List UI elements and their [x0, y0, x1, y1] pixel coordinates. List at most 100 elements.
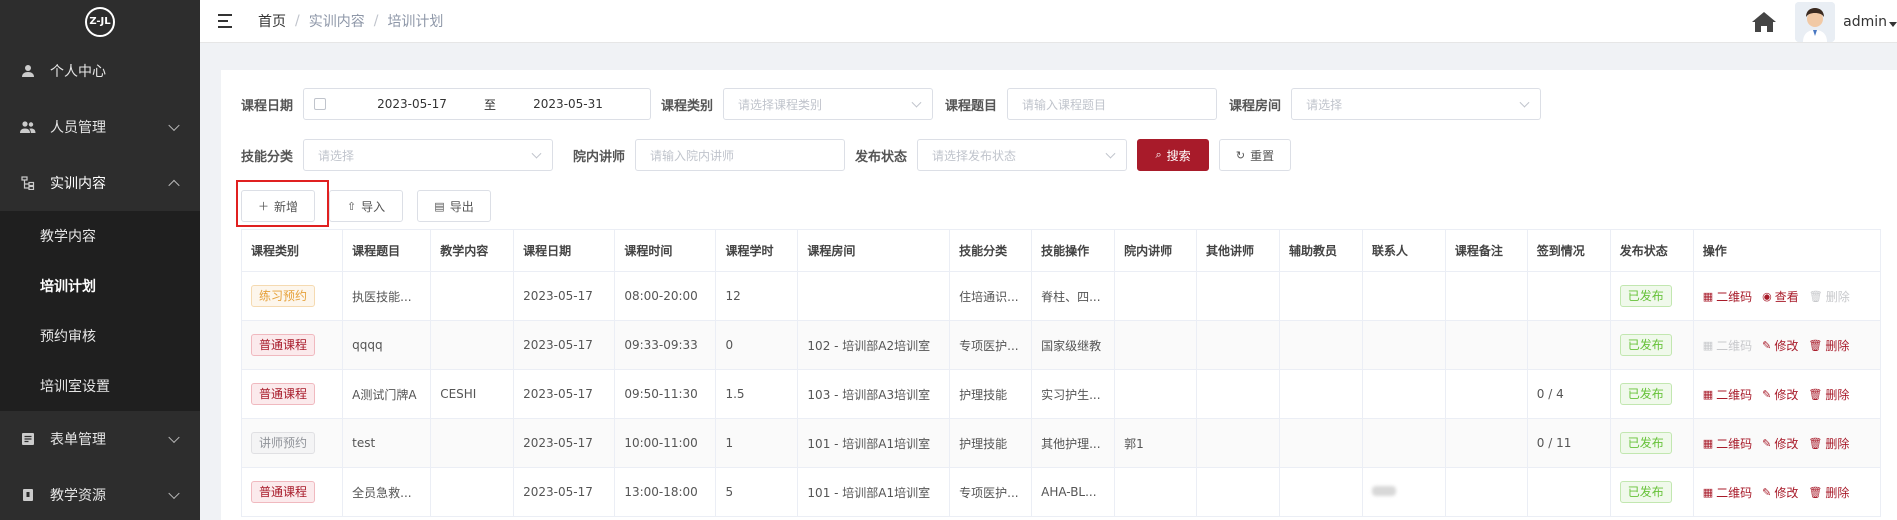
breadcrumb-home[interactable]: 首页: [258, 11, 286, 31]
menu-toggle-icon[interactable]: [218, 14, 234, 28]
publish-status-placeholder: 请选择发布状态: [932, 148, 1017, 163]
action-edit-link[interactable]: ✎ 修改: [1762, 337, 1798, 354]
sidebar-item-label: 表单管理: [50, 432, 106, 448]
action-edit-link[interactable]: ✎ 修改: [1762, 386, 1798, 403]
course-topic-label: 课程题目: [945, 98, 998, 114]
calendar-icon: [314, 98, 327, 110]
cell-room: 101 - 培训部A1培训室: [797, 418, 951, 468]
chevron-down-icon: [168, 431, 180, 444]
cell-course-type: 普通课程: [240, 369, 344, 419]
column-header: 课程时间: [614, 229, 717, 272]
course-topic-input[interactable]: 请输入课程题目: [1007, 88, 1218, 120]
home-icon[interactable]: [1751, 10, 1777, 34]
action-trash-link[interactable]: 🗑 删除: [1808, 484, 1849, 501]
sidebar-subitem-booking-review[interactable]: 预约审核: [0, 311, 200, 361]
chevron-down-icon: [168, 119, 180, 132]
sidebar-item-label: 人员管理: [50, 120, 106, 136]
action-label: 二维码: [1716, 436, 1753, 451]
date-end-input[interactable]: 2023-05-31: [518, 97, 618, 111]
refresh-icon: ↻: [1235, 148, 1246, 162]
reset-button[interactable]: ↻ 重置: [1219, 139, 1292, 171]
caret-down-icon[interactable]: [1889, 22, 1897, 27]
cell-room: 101 - 培训部A1培训室: [797, 467, 951, 517]
action-label: 修改: [1774, 338, 1799, 353]
cell-signin: 0 / 4: [1526, 369, 1611, 419]
sidebar-item-teaching-resources[interactable]: 教学资源: [0, 467, 200, 520]
action-label: 查看: [1774, 289, 1799, 304]
course-date-range-picker[interactable]: 2023-05-17 至 2023-05-31: [303, 88, 652, 120]
chevron-up-icon: [168, 179, 180, 192]
training-plan-table: 课程类别 课程题目 教学内容 课程日期 课程时间 课程学时 课程房间 技能分类 技能操作 院内讲师…: [240, 229, 1882, 517]
cell-skill-op: 脊柱、四...: [1031, 271, 1116, 321]
sidebar-item-label: 实训内容: [50, 176, 106, 192]
action-label: 二维码: [1716, 485, 1753, 500]
sidebar-item-form-management[interactable]: 表单管理: [0, 411, 200, 467]
cell-contact: [1361, 418, 1446, 468]
edit-icon: ✎: [1762, 436, 1772, 450]
column-header: 课程题目: [342, 229, 432, 272]
cell-assist: [1278, 418, 1363, 468]
user-icon: [20, 63, 36, 79]
action-trash-link[interactable]: 🗑 删除: [1808, 386, 1849, 403]
action-edit-link[interactable]: ✎ 修改: [1762, 484, 1798, 501]
avatar[interactable]: [1795, 1, 1836, 42]
action-qrcode-link[interactable]: ▦ 二维码: [1703, 435, 1752, 452]
cell-other: [1196, 418, 1280, 468]
qrcode-icon: ▦: [1702, 387, 1714, 401]
lecturer-input[interactable]: 请输入院内讲师: [635, 139, 846, 171]
course-room-placeholder: 请选择: [1306, 97, 1343, 112]
sidebar-item-personnel[interactable]: 人员管理: [0, 99, 200, 155]
cell-course-type: 练习预约: [240, 271, 344, 321]
add-button[interactable]: ＋ 新增: [241, 190, 315, 222]
sidebar-subitem-training-plan[interactable]: 培训计划: [0, 261, 200, 311]
sidebar-item-training-content[interactable]: 实训内容: [0, 155, 200, 211]
column-header: 操作: [1692, 229, 1882, 272]
cell-time: 08:00-20:00: [614, 271, 717, 321]
plus-icon: ＋: [257, 200, 269, 213]
sidebar: Z-JL 个人中心 人员管理 实训内容 教学内容 培训计划 预约审核 培训室设置…: [0, 0, 200, 520]
cell-date: 2023-05-17: [513, 320, 616, 370]
publish-status-select[interactable]: 请选择发布状态: [917, 139, 1128, 171]
action-trash-link: 🗑 删除: [1809, 288, 1850, 305]
action-qrcode-link[interactable]: ▦ 二维码: [1703, 288, 1752, 305]
cell-status: 已发布: [1609, 467, 1694, 517]
username[interactable]: admin: [1843, 14, 1887, 30]
sidebar-item-personal-center[interactable]: 个人中心: [0, 43, 200, 99]
cell-date: 2023-05-17: [513, 467, 616, 517]
action-qrcode-link[interactable]: ▦ 二维码: [1703, 386, 1752, 403]
logo: Z-JL: [0, 0, 200, 43]
sidebar-subitem-teaching-content[interactable]: 教学内容: [0, 211, 200, 261]
action-qrcode-link[interactable]: ▦ 二维码: [1703, 484, 1752, 501]
action-trash-link[interactable]: 🗑 删除: [1808, 435, 1849, 452]
chevron-down-icon: [531, 148, 542, 159]
date-start-input[interactable]: 2023-05-17: [362, 97, 462, 111]
skill-category-select[interactable]: 请选择: [303, 139, 554, 171]
course-type-tag: 讲师预约: [251, 432, 316, 454]
cell-remark: [1444, 271, 1528, 321]
cell-signin: [1526, 271, 1611, 321]
import-button[interactable]: ⇧ 导入: [329, 190, 403, 222]
date-range-separator: 至: [484, 97, 497, 112]
cell-actions: ▦ 二维码 ✎ 修改 🗑 删除: [1692, 418, 1882, 468]
column-header: 院内讲师: [1114, 229, 1197, 272]
course-room-select[interactable]: 请选择: [1291, 88, 1542, 120]
search-button[interactable]: ⌕ 搜索: [1137, 139, 1210, 171]
column-header: 其他讲师: [1196, 229, 1280, 272]
breadcrumb-training-plan: 培训计划: [387, 14, 444, 30]
cell-date: 2023-05-17: [513, 271, 616, 321]
action-trash-link[interactable]: 🗑 删除: [1808, 337, 1849, 354]
cell-date: 2023-05-17: [513, 369, 616, 419]
lecturer-placeholder: 请输入院内讲师: [650, 148, 735, 163]
action-eye-link[interactable]: ◉ 查看: [1762, 288, 1799, 305]
course-room-label: 课程房间: [1229, 98, 1282, 114]
cell-contact: [1361, 369, 1446, 419]
export-button[interactable]: ▤ 导出: [417, 190, 491, 222]
sidebar-subitem-room-settings[interactable]: 培训室设置: [0, 361, 200, 411]
action-edit-link[interactable]: ✎ 修改: [1762, 435, 1798, 452]
chevron-down-icon: [911, 97, 922, 108]
course-topic-placeholder: 请输入课程题目: [1022, 97, 1107, 112]
logo-mark: Z-JL: [85, 6, 115, 37]
cell-hours: 1.5: [715, 369, 799, 419]
column-header: 签到情况: [1526, 229, 1611, 272]
course-type-select[interactable]: 请选择课程类别: [723, 88, 934, 120]
